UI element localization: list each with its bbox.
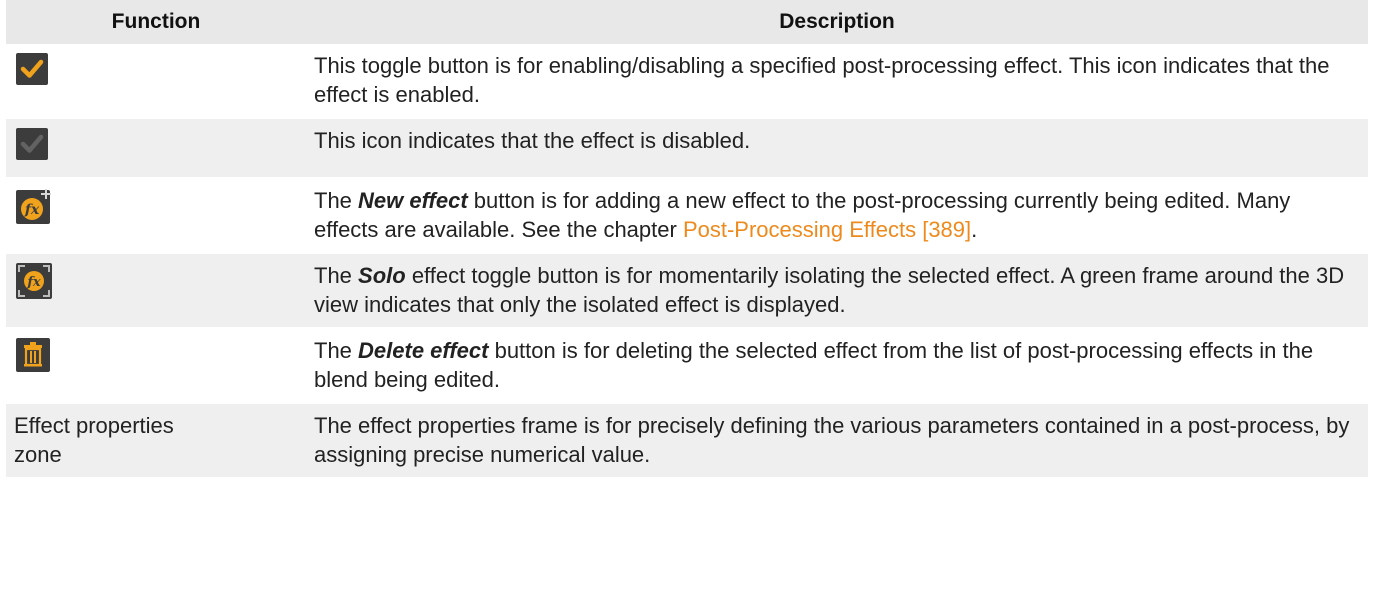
- emphasis-delete-effect: Delete effect: [358, 338, 489, 363]
- description-text: This toggle button is for enabling/disab…: [314, 53, 1330, 107]
- function-cell: fx: [6, 253, 306, 329]
- emphasis-new-effect: New effect: [358, 188, 468, 213]
- solo-effect-fx-frame-icon: fx: [16, 263, 52, 299]
- table-row: fx The Solo effect toggle button is for …: [6, 253, 1368, 329]
- description-text: This icon indicates that the effect is d…: [314, 128, 751, 153]
- description-cell: The New effect button is for adding a ne…: [306, 178, 1368, 254]
- table-header-row: Function Description: [6, 0, 1368, 44]
- checkmark-enabled-icon: [16, 53, 48, 85]
- chapter-link[interactable]: Post-Processing Effects [389]: [683, 217, 971, 242]
- table-row: fx The New effect button is for adding a…: [6, 178, 1368, 254]
- description-pre: The: [314, 338, 359, 363]
- function-cell: fx: [6, 178, 306, 254]
- table-row: This toggle button is for enabling/disab…: [6, 44, 1368, 119]
- description-text: The effect properties frame is for preci…: [314, 413, 1350, 467]
- description-pre: The: [314, 188, 359, 213]
- description-post: effect toggle button is for momentarily …: [314, 263, 1345, 317]
- function-text: Effect properties zone: [14, 413, 174, 467]
- description-cell: The Solo effect toggle button is for mom…: [306, 253, 1368, 329]
- description-cell: This toggle button is for enabling/disab…: [306, 44, 1368, 119]
- delete-trash-icon: [16, 338, 50, 372]
- header-function: Function: [6, 0, 306, 44]
- function-cell: [6, 118, 306, 179]
- new-effect-fx-plus-icon: fx: [16, 189, 51, 224]
- table-row: Effect properties zone The effect proper…: [6, 403, 1368, 479]
- table-row: The Delete effect button is for deleting…: [6, 328, 1368, 404]
- emphasis-solo: Solo: [358, 263, 406, 288]
- description-pre: The: [314, 263, 359, 288]
- svg-text:fx: fx: [24, 202, 40, 218]
- svg-text:fx: fx: [26, 275, 41, 290]
- header-description: Description: [306, 0, 1368, 44]
- description-cell: The Delete effect button is for deleting…: [306, 328, 1368, 404]
- function-cell: Effect properties zone: [6, 403, 306, 479]
- function-table: Function Description This toggle button …: [6, 0, 1368, 479]
- description-post: .: [971, 217, 978, 242]
- checkmark-disabled-icon: [16, 128, 48, 160]
- table-row: This icon indicates that the effect is d…: [6, 118, 1368, 179]
- function-cell: [6, 44, 306, 119]
- description-cell: The effect properties frame is for preci…: [306, 403, 1368, 479]
- description-cell: This icon indicates that the effect is d…: [306, 118, 1368, 179]
- function-cell: [6, 328, 306, 404]
